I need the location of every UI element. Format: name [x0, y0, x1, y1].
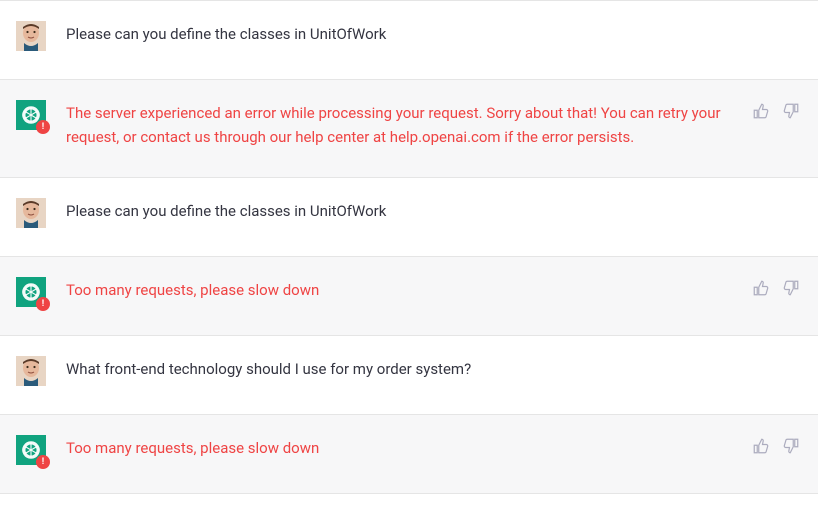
message-row-assistant: ! Too many requests, please slow down [0, 415, 818, 494]
thumbs-down-icon [782, 102, 800, 120]
message-row-user: Please can you define the classes in Uni… [0, 178, 818, 257]
avatar-assistant: ! [16, 435, 46, 465]
thumbs-up-button[interactable] [752, 102, 772, 122]
message-text: The server experienced an error while pr… [66, 100, 722, 149]
thumbs-up-button[interactable] [752, 279, 772, 299]
user-face-icon [16, 21, 46, 51]
feedback-controls [742, 100, 802, 149]
feedback-controls [742, 435, 802, 465]
thumbs-down-button[interactable] [782, 437, 802, 457]
message-text: Please can you define the classes in Uni… [66, 198, 802, 228]
thumbs-up-icon [752, 437, 770, 455]
message-text: Too many requests, please slow down [66, 277, 722, 307]
message-row-assistant: ! The server experienced an error while … [0, 80, 818, 178]
message-text: What front-end technology should I use f… [66, 356, 802, 386]
user-face-icon [16, 356, 46, 386]
message-row-user: What front-end technology should I use f… [0, 336, 818, 415]
avatar-assistant: ! [16, 277, 46, 307]
thumbs-down-button[interactable] [782, 279, 802, 299]
avatar-user [16, 198, 46, 228]
avatar-user [16, 21, 46, 51]
thumbs-down-icon [782, 437, 800, 455]
thumbs-down-button[interactable] [782, 102, 802, 122]
thumbs-up-icon [752, 279, 770, 297]
avatar-assistant: ! [16, 100, 46, 130]
error-badge-icon: ! [36, 297, 50, 311]
error-badge-icon: ! [36, 455, 50, 469]
user-face-icon [16, 198, 46, 228]
message-text: Please can you define the classes in Uni… [66, 21, 802, 51]
thumbs-down-icon [782, 279, 800, 297]
message-row-assistant: ! Too many requests, please slow down [0, 257, 818, 336]
conversation: Please can you define the classes in Uni… [0, 0, 818, 494]
thumbs-up-button[interactable] [752, 437, 772, 457]
feedback-controls [742, 277, 802, 307]
thumbs-up-icon [752, 102, 770, 120]
message-text: Too many requests, please slow down [66, 435, 722, 465]
error-badge-icon: ! [36, 120, 50, 134]
avatar-user [16, 356, 46, 386]
message-row-user: Please can you define the classes in Uni… [0, 1, 818, 80]
